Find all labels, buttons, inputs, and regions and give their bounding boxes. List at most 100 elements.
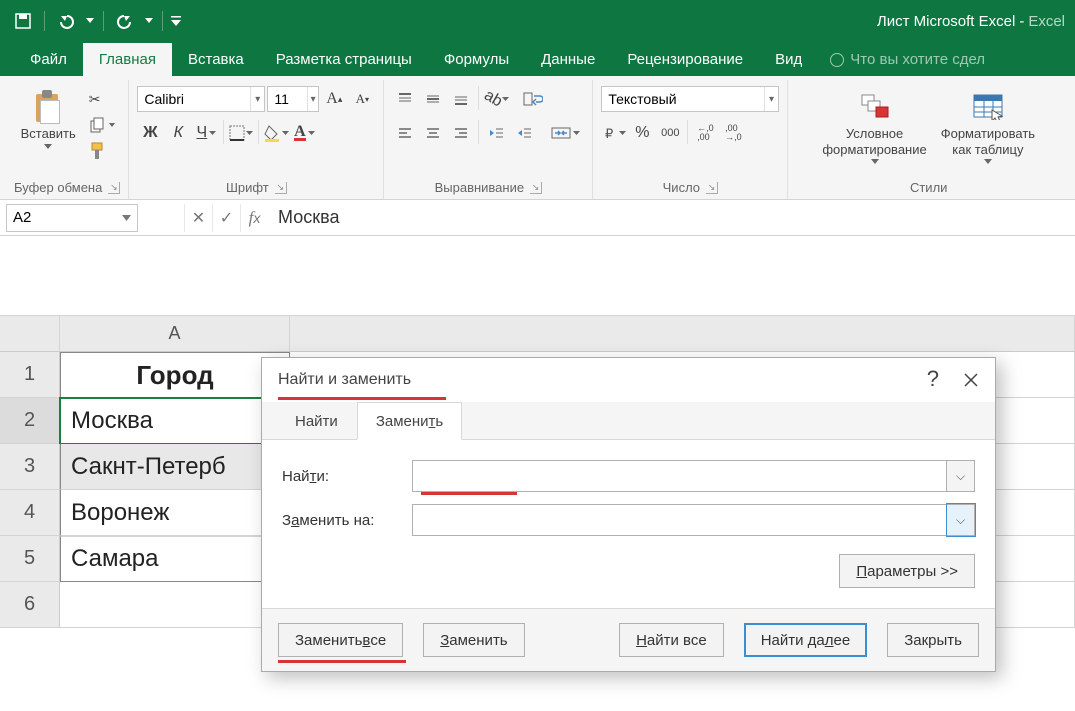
align-top-button[interactable]	[392, 86, 418, 112]
save-icon[interactable]	[8, 6, 38, 36]
chevron-down-icon[interactable]	[122, 215, 131, 221]
row-header[interactable]: 4	[0, 490, 60, 536]
dialog-launcher-icon[interactable]: ↘	[108, 182, 120, 194]
find-next-button[interactable]: Найти далее	[744, 623, 868, 657]
align-bottom-button[interactable]	[448, 86, 474, 112]
chevron-down-icon[interactable]: ▾	[307, 87, 318, 111]
dialog-launcher-icon[interactable]: ↘	[530, 182, 542, 194]
redo-button[interactable]	[110, 6, 140, 36]
name-box-input[interactable]	[13, 209, 93, 226]
dialog-launcher-icon[interactable]: ↘	[275, 182, 287, 194]
increase-indent-button[interactable]	[511, 120, 537, 146]
tab-formulas[interactable]: Формулы	[428, 43, 525, 76]
percent-button[interactable]: %	[629, 120, 655, 146]
tab-view[interactable]: Вид	[759, 43, 818, 76]
cell-a6[interactable]	[60, 582, 290, 628]
font-name-combo[interactable]: ▾	[137, 86, 265, 112]
format-painter-button[interactable]	[86, 140, 118, 162]
orientation-button[interactable]: ab	[483, 86, 509, 112]
tab-page-layout[interactable]: Разметка страницы	[260, 43, 428, 76]
increase-font-button[interactable]: A▴	[321, 86, 347, 112]
underline-button[interactable]: Ч	[193, 120, 219, 146]
format-as-table-button[interactable]: Форматировать как таблицу	[937, 86, 1039, 166]
align-right-button[interactable]	[448, 120, 474, 146]
bold-button[interactable]: Ж	[137, 120, 163, 146]
cell-a2[interactable]: Москва	[60, 398, 290, 444]
tab-replace[interactable]: Заменить	[357, 402, 462, 440]
tab-home[interactable]: Главная	[83, 43, 172, 76]
comma-style-button[interactable]: 000	[657, 120, 683, 146]
cell-a3[interactable]: Сакнт-Петерб	[60, 444, 290, 490]
merge-center-button[interactable]	[547, 120, 584, 146]
font-size-combo[interactable]: ▾	[267, 86, 319, 112]
row-header[interactable]: 3	[0, 444, 60, 490]
replace-button[interactable]: Заменить	[423, 623, 524, 657]
cell-a5[interactable]: Самара	[60, 536, 290, 582]
annotation-underline	[421, 492, 517, 495]
decrease-indent-button[interactable]	[483, 120, 509, 146]
cut-button[interactable]: ✂	[86, 88, 118, 110]
borders-button[interactable]	[228, 120, 254, 146]
undo-dropdown[interactable]	[83, 6, 97, 36]
options-button[interactable]: Параметры >>	[839, 554, 975, 588]
decrease-decimal-button[interactable]: ,00→,0	[720, 120, 746, 146]
qat-customize[interactable]	[169, 6, 183, 36]
replace-all-button[interactable]: Заменить все	[278, 623, 403, 657]
copy-icon	[89, 117, 105, 133]
close-dialog-button[interactable]: Закрыть	[887, 623, 979, 657]
insert-function-button[interactable]: fx	[240, 204, 268, 232]
wrap-text-button[interactable]	[519, 86, 547, 112]
align-middle-button[interactable]	[420, 86, 446, 112]
paste-button[interactable]: Вставить	[17, 86, 80, 151]
row-header[interactable]: 6	[0, 582, 60, 628]
tab-review[interactable]: Рецензирование	[611, 43, 759, 76]
separator	[44, 11, 45, 31]
formula-input[interactable]	[268, 204, 1075, 232]
column-header-a[interactable]: A	[60, 316, 290, 352]
replace-input[interactable]	[412, 504, 947, 536]
conditional-formatting-button[interactable]: Условное форматирование	[818, 86, 930, 166]
separator	[162, 11, 163, 31]
tell-me-search[interactable]: Что вы хотите сдел	[818, 43, 997, 76]
font-color-button[interactable]: А	[291, 120, 317, 146]
cancel-formula-button[interactable]: ✕	[184, 204, 212, 232]
column-header[interactable]	[290, 316, 1075, 352]
tab-find[interactable]: Найти	[276, 402, 357, 439]
increase-decimal-button[interactable]: ←,0,00	[692, 120, 718, 146]
italic-button[interactable]: К	[165, 120, 191, 146]
ribbon-tabs: Файл Главная Вставка Разметка страницы Ф…	[0, 42, 1075, 76]
accounting-format-button[interactable]: ₽	[601, 120, 627, 146]
find-input[interactable]	[412, 460, 947, 492]
chevron-down-icon[interactable]: ▾	[764, 87, 779, 111]
row-header[interactable]: 2	[0, 398, 60, 444]
cell-a4[interactable]: Воронеж	[60, 490, 290, 536]
tab-data[interactable]: Данные	[525, 43, 611, 76]
tab-insert[interactable]: Вставка	[172, 43, 260, 76]
row-header[interactable]: 5	[0, 536, 60, 582]
align-left-button[interactable]	[392, 120, 418, 146]
select-all-corner[interactable]	[0, 316, 60, 352]
find-history-dropdown[interactable]: ⌵	[947, 460, 975, 492]
decrease-font-button[interactable]: A▾	[349, 86, 375, 112]
chevron-down-icon[interactable]: ▾	[250, 87, 264, 111]
row-header[interactable]: 1	[0, 352, 60, 398]
fill-color-button[interactable]	[263, 120, 289, 146]
undo-button[interactable]	[51, 6, 81, 36]
dialog-launcher-icon[interactable]: ↘	[706, 182, 718, 194]
copy-button[interactable]	[86, 114, 118, 136]
paste-icon	[32, 88, 64, 124]
align-center-button[interactable]	[420, 120, 446, 146]
name-box[interactable]	[6, 204, 138, 232]
confirm-formula-button[interactable]: ✓	[212, 204, 240, 232]
dialog-titlebar[interactable]: Найти и заменить ?	[262, 358, 995, 402]
find-all-button[interactable]: Найти все	[619, 623, 724, 657]
redo-dropdown[interactable]	[142, 6, 156, 36]
number-format-combo[interactable]: ▾	[601, 86, 779, 112]
close-icon	[964, 373, 978, 387]
help-button[interactable]: ?	[927, 366, 939, 392]
close-button[interactable]	[959, 368, 983, 392]
tab-file[interactable]: Файл	[14, 43, 83, 76]
ribbon: Вставить ✂ Буфер обмена↘ ▾ ▾ A▴ A▾ Ж К Ч	[0, 76, 1075, 200]
cell-a1[interactable]: Город	[60, 352, 290, 398]
replace-history-dropdown[interactable]: ⌵	[947, 504, 975, 536]
